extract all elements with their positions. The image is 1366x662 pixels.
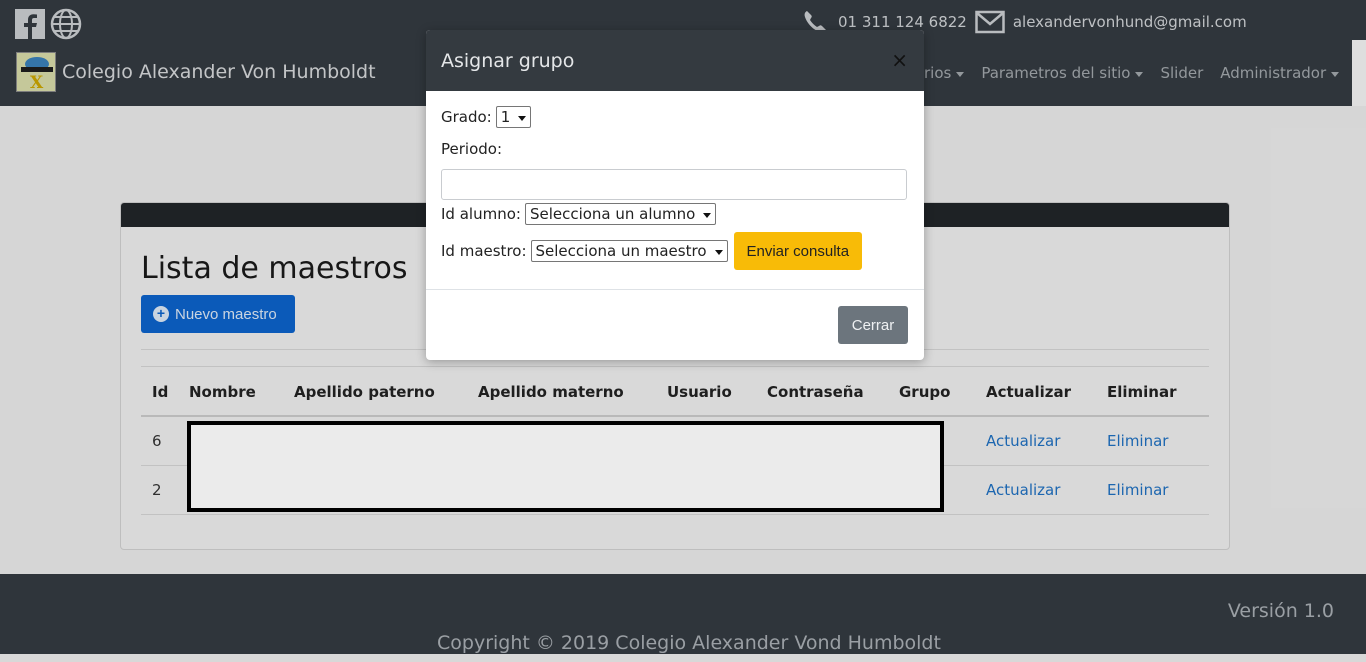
maestro-row: Id maestro: Selecciona un maestro Enviar… (441, 232, 909, 270)
main-nav: rios Parametros del sitio Slider Adminis… (924, 64, 1356, 82)
chevron-down-icon (518, 115, 527, 121)
column-header: Actualizar (986, 369, 1107, 417)
submit-button[interactable]: Enviar consulta (733, 232, 863, 270)
new-teacher-button[interactable]: + Nuevo maestro (141, 295, 295, 333)
school-logo: X (16, 52, 56, 92)
assign-group-modal: Asignar grupo × Grado: 1 Periodo: Id alu… (426, 30, 924, 360)
globe-icon[interactable] (50, 8, 82, 40)
mail-icon (975, 8, 1005, 36)
update-link[interactable]: Actualizar (986, 432, 1060, 450)
plus-circle-icon: + (153, 306, 169, 322)
column-header: Nombre (189, 369, 294, 417)
scrollbar[interactable] (1352, 40, 1366, 106)
page-title: Lista de maestros (141, 251, 408, 286)
cell-id: 6 (141, 416, 189, 466)
modal-title: Asignar grupo (441, 49, 575, 72)
social-links (14, 8, 82, 40)
nav-item-label: Administrador (1220, 64, 1327, 82)
close-icon[interactable]: × (891, 50, 908, 70)
maestro-label: Id maestro: (441, 242, 527, 260)
nav-item-parametros[interactable]: Parametros del sitio (981, 64, 1144, 82)
periodo-input[interactable] (441, 169, 907, 200)
alumno-row: Id alumno: Selecciona un alumno (441, 202, 909, 226)
delete-link[interactable]: Eliminar (1107, 432, 1168, 450)
column-header: Contraseña (767, 369, 899, 417)
alumno-select[interactable]: Selecciona un alumno (524, 203, 717, 225)
brand-name[interactable]: Colegio Alexander Von Humboldt (62, 61, 376, 83)
modal-header: Asignar grupo (426, 30, 924, 91)
chevron-down-icon (956, 71, 965, 77)
nav-item-slider[interactable]: Slider (1160, 64, 1203, 82)
grado-select[interactable]: 1 (495, 106, 532, 128)
nav-item-label: Slider (1160, 64, 1204, 82)
contact-phone: 01 311 124 6822 (838, 13, 967, 31)
cell-id: 2 (141, 465, 189, 515)
modal-body: Grado: 1 Periodo: Id alumno: Selecciona … (426, 91, 924, 270)
scrollbar-horizontal[interactable] (0, 654, 1366, 662)
brand[interactable]: X Colegio Alexander Von Humboldt (16, 52, 376, 92)
grado-row: Grado: 1 (441, 105, 909, 129)
facebook-icon[interactable] (14, 8, 46, 40)
grado-label: Grado: (441, 108, 492, 126)
nav-item-label: rios (924, 64, 952, 82)
maestro-select[interactable]: Selecciona un maestro (530, 240, 728, 262)
footer: Versión 1.0 Copyright © 2019 Colegio Ale… (0, 574, 1366, 662)
nav-item-administrador[interactable]: Administrador (1220, 64, 1340, 82)
divider (141, 366, 1209, 367)
chevron-down-icon (1331, 71, 1340, 77)
column-header: Eliminar (1107, 369, 1209, 417)
chevron-down-icon (714, 249, 723, 255)
periodo-label: Periodo: (441, 140, 503, 158)
version-text: Versión 1.0 (1227, 600, 1334, 622)
contact-email[interactable]: alexandervonhund@gmail.com (1013, 13, 1247, 31)
alumno-label: Id alumno: (441, 205, 521, 223)
close-button[interactable]: Cerrar (838, 306, 908, 344)
update-link[interactable]: Actualizar (986, 481, 1060, 499)
maestro-selected-value: Selecciona un maestro (535, 242, 707, 260)
column-header: Id (141, 369, 189, 417)
table-header-row: Id Nombre Apellido paterno Apellido mate… (141, 369, 1209, 417)
chevron-down-icon (703, 212, 712, 218)
delete-link[interactable]: Eliminar (1107, 481, 1168, 499)
periodo-row: Periodo: (441, 137, 909, 161)
new-teacher-label: Nuevo maestro (175, 305, 277, 323)
column-header: Grupo (899, 369, 986, 417)
redaction-box (187, 421, 944, 512)
alumno-selected-value: Selecciona un alumno (529, 205, 696, 223)
column-header: Usuario (667, 369, 767, 417)
column-header: Apellido materno (478, 369, 667, 417)
copyright-text: Copyright © 2019 Colegio Alexander Vond … (437, 632, 941, 654)
grado-selected-value: 1 (500, 108, 511, 126)
modal-footer-divider (426, 289, 924, 290)
chevron-down-icon (1135, 71, 1144, 77)
column-header: Apellido paterno (294, 369, 478, 417)
nav-item-label: Parametros del sitio (981, 64, 1131, 82)
nav-item-usuarios[interactable]: rios (924, 64, 965, 82)
